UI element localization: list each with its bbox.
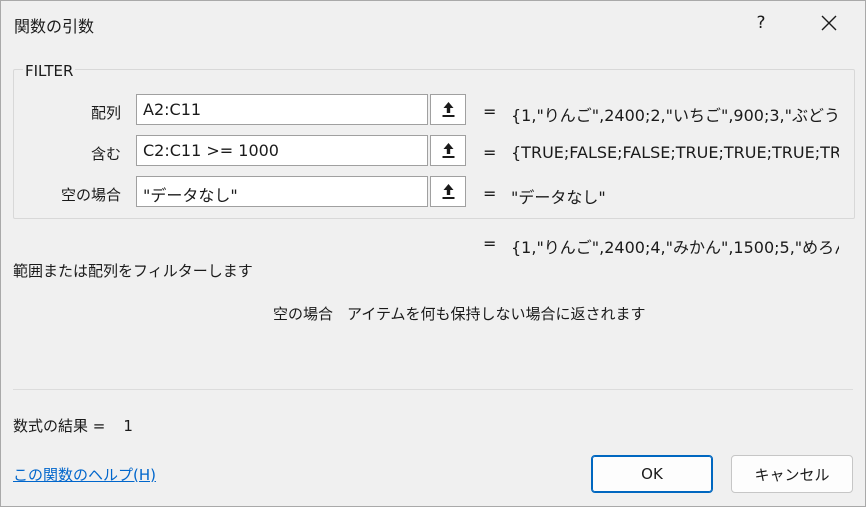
argument-help: 空の場合 アイテムを何も保持しない場合に返されます — [273, 303, 646, 324]
close-icon — [821, 15, 837, 31]
formula-result-value: 1 — [123, 417, 133, 435]
equals-sign: = — [483, 234, 497, 253]
arg-label-include: 含む — [90, 145, 121, 163]
function-help-link[interactable]: この関数のヘルプ(H) — [13, 464, 156, 485]
function-arguments-dialog: 関数の引数 ? FILTER 配列 A2:C11 = {1,"りんご",2400… — [0, 0, 866, 507]
argument-help-name: 空の場合 — [273, 305, 334, 323]
arg-result-array: {1,"りんご",2400;2,"いちご",900;3,"ぶどう",3200;4… — [511, 106, 839, 125]
formula-result: 数式の結果 = 1 — [13, 415, 133, 436]
ref-button-include[interactable] — [430, 135, 466, 166]
arg-label-if-empty: 空の場合 — [60, 186, 121, 204]
overall-result: {1,"りんご",2400;4,"みかん",1500;5,"めろん",5000} — [511, 238, 839, 257]
collapse-dialog-arrow-icon — [442, 102, 454, 117]
arg-input-if-empty[interactable]: "データなし" — [136, 176, 428, 207]
dialog-title: 関数の引数 — [14, 17, 95, 36]
close-button[interactable] — [807, 5, 851, 41]
arg-input-array[interactable]: A2:C11 — [136, 94, 428, 125]
help-button[interactable]: ? — [743, 5, 779, 41]
argument-help-text: アイテムを何も保持しない場合に返されます — [347, 305, 646, 323]
arg-input-include[interactable]: C2:C11 >= 1000 — [136, 135, 428, 166]
ref-button-if-empty[interactable] — [430, 176, 466, 207]
equals-sign: = — [483, 184, 497, 203]
collapse-dialog-arrow-icon — [442, 184, 454, 199]
equals-sign: = — [483, 102, 497, 121]
equals-sign: = — [483, 143, 497, 162]
formula-result-label: 数式の結果 = — [13, 417, 106, 435]
arg-result-if-empty: "データなし" — [511, 188, 606, 207]
collapse-dialog-arrow-icon — [442, 143, 454, 158]
arg-label-array: 配列 — [90, 104, 121, 122]
cancel-button[interactable]: キャンセル — [731, 455, 853, 493]
ok-button[interactable]: OK — [591, 455, 713, 493]
title-bar: 関数の引数 ? — [1, 1, 865, 47]
function-description: 範囲または配列をフィルターします — [13, 262, 253, 280]
ref-button-array[interactable] — [430, 94, 466, 125]
function-name: FILTER — [23, 62, 76, 80]
arg-result-include: {TRUE;FALSE;FALSE;TRUE;TRUE;TRUE;TRUE} — [511, 143, 839, 162]
separator — [13, 389, 853, 390]
